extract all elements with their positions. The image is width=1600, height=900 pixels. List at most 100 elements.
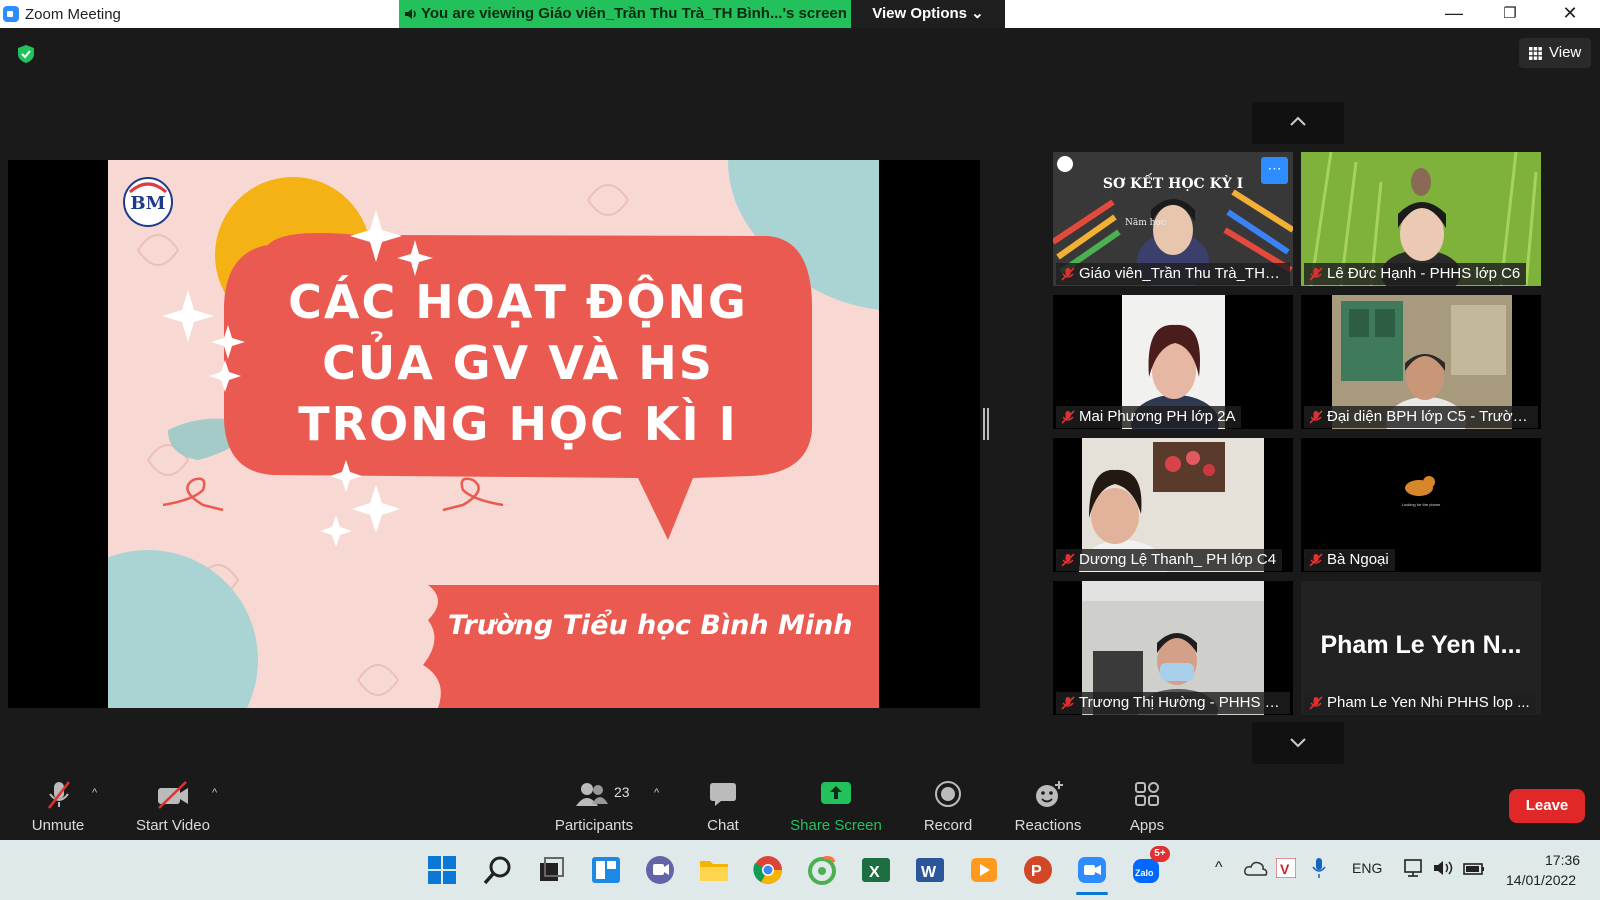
gallery-scroll-up-button[interactable] xyxy=(1252,102,1344,144)
task-view-icon[interactable] xyxy=(536,854,568,886)
participants-options-caret[interactable]: ^ xyxy=(654,787,659,799)
word-icon[interactable]: W xyxy=(914,854,946,886)
muted-mic-icon xyxy=(1061,553,1075,567)
search-icon[interactable] xyxy=(482,854,514,886)
apps-label: Apps xyxy=(1129,817,1165,834)
view-button-label: View xyxy=(1549,44,1582,61)
start-video-button[interactable]: Start Video xyxy=(130,773,216,840)
video-tile-le-duc-hanh[interactable]: Lê Đức Hạnh - PHHS lớp C6 xyxy=(1301,152,1541,286)
view-options-button[interactable]: View Options ⌄ xyxy=(851,0,1005,28)
participant-name: Mai Phương PH lớp 2A xyxy=(1056,406,1242,428)
leave-button[interactable]: Leave xyxy=(1509,789,1585,823)
reactions-button[interactable]: Reactions xyxy=(1008,773,1088,840)
video-tile-duong-le-thanh[interactable]: Dương Lệ Thanh_ PH lớp C4 xyxy=(1053,438,1293,572)
muted-mic-icon xyxy=(48,781,70,809)
video-options-caret[interactable]: ^ xyxy=(212,787,217,799)
tray-overflow-chevron-icon[interactable]: ^ xyxy=(1215,859,1223,877)
tile-more-options-button[interactable]: ⋯ xyxy=(1261,157,1288,184)
coccoc-browser-icon[interactable] xyxy=(806,854,838,886)
svg-text:W: W xyxy=(921,864,937,881)
svg-text:P: P xyxy=(1031,863,1042,880)
video-tile-giao-vien[interactable]: SƠ KẾT HỌC KỲ I Năm học ⋯ Giáo viên_Trần… xyxy=(1053,152,1293,286)
teams-chat-icon[interactable] xyxy=(644,854,676,886)
video-tile-truong-thi-huong[interactable]: Trương Thị Hường - PHHS 1... xyxy=(1053,581,1293,715)
video-tile-pham-le-yen-nhi[interactable]: Pham Le Yen N... Pham Le Yen Nhi PHHS lo… xyxy=(1301,581,1541,715)
share-screen-button[interactable]: Share Screen xyxy=(784,773,888,840)
participants-count: 23 xyxy=(614,784,630,800)
view-button[interactable]: View xyxy=(1519,38,1591,68)
volume-icon[interactable] xyxy=(1432,858,1454,878)
participant-name-text: Bà Ngoại xyxy=(1327,551,1389,568)
participant-name-text: Pham Le Yen Nhi PHHS lop ... xyxy=(1327,694,1530,711)
participant-name-text: Đại diện BPH lớp C5 - Trườn... xyxy=(1327,408,1534,425)
svg-text:V: V xyxy=(1280,861,1290,877)
muted-mic-icon xyxy=(1061,267,1075,281)
muted-mic-icon xyxy=(1309,696,1323,710)
file-explorer-icon[interactable] xyxy=(698,854,730,886)
battery-icon[interactable] xyxy=(1462,858,1486,878)
widgets-icon[interactable] xyxy=(590,854,622,886)
clock-time[interactable]: 17:36 xyxy=(1545,852,1580,868)
network-icon[interactable] xyxy=(1404,858,1426,878)
video-player-icon[interactable] xyxy=(968,854,1000,886)
reactions-label: Reactions xyxy=(1014,817,1082,834)
participant-name-text: Dương Lệ Thanh_ PH lớp C4 xyxy=(1079,551,1277,568)
muted-mic-icon xyxy=(1061,410,1075,424)
chevron-up-icon xyxy=(1290,116,1306,126)
tile-overlay-subtitle: Năm học xyxy=(1125,218,1166,228)
onedrive-cloud-icon[interactable] xyxy=(1244,860,1268,878)
participants-button[interactable]: 23 Participants xyxy=(548,773,640,840)
zoom-app-icon xyxy=(3,6,19,22)
close-button[interactable]: ✕ xyxy=(1542,0,1598,28)
video-tile-dai-dien-bph[interactable]: Đại diện BPH lớp C5 - Trườn... xyxy=(1301,295,1541,429)
clock-date[interactable]: 14/01/2022 xyxy=(1506,872,1576,888)
viewing-banner-text: You are viewing Giáo viên_Trần Thu Trà_T… xyxy=(421,5,847,22)
participant-name-text: Mai Phương PH lớp 2A xyxy=(1079,408,1236,425)
school-name: Trường Tiểu học Bình Minh xyxy=(448,610,853,641)
meeting-area: View BM CÁC HOẠT ĐỘNG CỦA GV VÀ HS TRONG… xyxy=(0,28,1600,773)
meeting-toolbar: Unmute ^ Start Video ^ 23 Participants ^… xyxy=(0,773,1600,840)
participant-name: Dương Lệ Thanh_ PH lớp C4 xyxy=(1056,549,1283,571)
chevron-down-icon xyxy=(1290,738,1306,748)
start-video-label: Start Video xyxy=(136,817,210,834)
speaker-icon xyxy=(405,9,416,19)
record-icon xyxy=(935,781,961,807)
tile-overlay-title: SƠ KẾT HỌC KỲ I xyxy=(1102,176,1244,192)
zoom-taskbar-icon[interactable] xyxy=(1076,854,1108,886)
apps-button[interactable]: Apps xyxy=(1112,773,1182,840)
video-tile-mai-phuong[interactable]: Mai Phương PH lớp 2A xyxy=(1053,295,1293,429)
minimize-button[interactable]: — xyxy=(1426,0,1482,28)
excel-icon[interactable]: X xyxy=(860,854,892,886)
participant-big-name: Pham Le Yen N... xyxy=(1320,631,1522,659)
input-language-indicator[interactable]: ENG xyxy=(1352,860,1382,876)
record-button[interactable]: Record xyxy=(912,773,984,840)
slide-title-line-2: CỦA GV VÀ HS xyxy=(322,336,714,390)
record-label: Record xyxy=(923,817,973,834)
shared-screen[interactable]: BM CÁC HOẠT ĐỘNG CỦA GV VÀ HS TRONG HỌC … xyxy=(8,160,980,708)
participant-name: Bà Ngoại xyxy=(1304,549,1395,571)
participants-icon xyxy=(576,783,608,806)
muted-mic-icon xyxy=(1309,267,1323,281)
video-tile-ba-ngoai[interactable]: Looking for the phone Bà Ngoại xyxy=(1301,438,1541,572)
chrome-icon[interactable] xyxy=(752,854,784,886)
chat-label: Chat xyxy=(707,817,739,834)
windows-taskbar: X W P Zalo 5+ ^ V ENG 17:36 14/01/2022 xyxy=(0,840,1600,900)
presentation-slide: BM CÁC HOẠT ĐỘNG CỦA GV VÀ HS TRONG HỌC … xyxy=(108,160,879,708)
gallery-scroll-down-button[interactable] xyxy=(1252,722,1344,764)
chat-button[interactable]: Chat xyxy=(690,773,756,840)
microphone-in-use-icon[interactable] xyxy=(1312,857,1326,879)
slide-title: CÁC HOẠT ĐỘNG CỦA GV VÀ HS TRONG HỌC KÌ … xyxy=(238,272,798,455)
powerpoint-icon[interactable]: P xyxy=(1022,854,1054,886)
muted-mic-icon xyxy=(1061,696,1075,710)
windows-start-icon[interactable] xyxy=(426,854,458,886)
participant-name-text: Giáo viên_Trần Thu Trà_TH B... xyxy=(1079,265,1290,282)
security-shield-icon[interactable] xyxy=(15,43,37,65)
unmute-button[interactable]: Unmute xyxy=(22,773,94,840)
muted-mic-icon xyxy=(1309,410,1323,424)
restore-button[interactable]: ❐ xyxy=(1482,0,1538,28)
audio-options-caret[interactable]: ^ xyxy=(92,787,97,799)
vietkey-icon[interactable]: V xyxy=(1276,858,1296,878)
video-off-icon xyxy=(158,781,188,809)
participant-name: Giáo viên_Trần Thu Trà_TH B... xyxy=(1056,263,1290,285)
panel-resize-handle[interactable] xyxy=(983,408,989,440)
